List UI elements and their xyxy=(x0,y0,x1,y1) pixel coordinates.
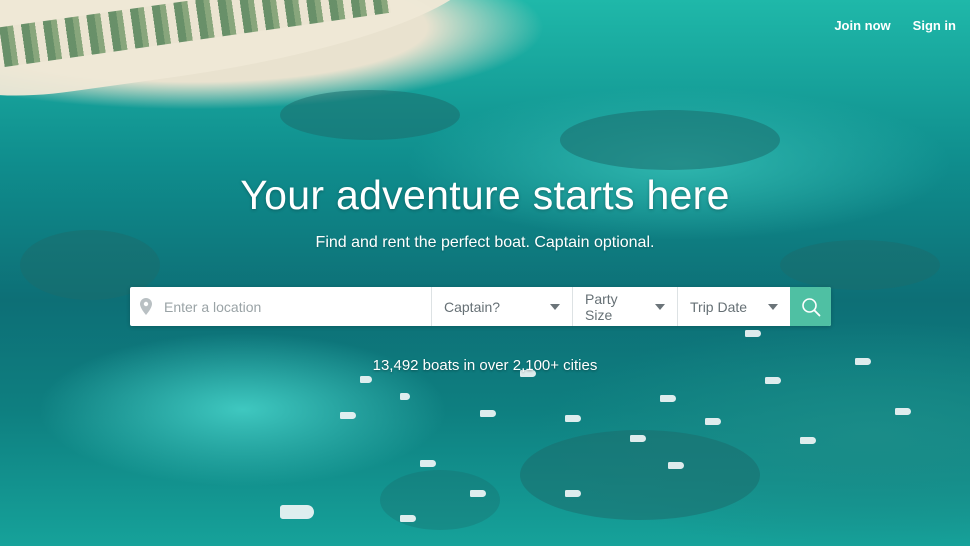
boat xyxy=(280,505,314,519)
chevron-down-icon xyxy=(550,303,560,310)
boat xyxy=(400,393,410,400)
map-pin-icon xyxy=(130,298,162,315)
boat xyxy=(895,408,911,415)
boat xyxy=(400,515,416,522)
boat xyxy=(765,377,781,384)
boat xyxy=(565,490,581,497)
boat xyxy=(565,415,581,422)
search-bar: Captain? Party Size Trip Date xyxy=(130,287,831,326)
boat xyxy=(480,410,496,417)
boat xyxy=(745,330,761,337)
boat xyxy=(660,395,676,402)
location-input[interactable] xyxy=(162,297,416,316)
boat-count-stats: 13,492 boats in over 2,100+ cities xyxy=(372,357,598,374)
boat xyxy=(668,462,684,469)
boat xyxy=(340,412,356,419)
captain-dropdown-label: Captain? xyxy=(444,298,501,315)
join-now-link[interactable]: Join now xyxy=(834,18,890,33)
captain-dropdown[interactable]: Captain? xyxy=(432,287,573,326)
reef-patch xyxy=(280,90,460,140)
sign-in-link[interactable]: Sign in xyxy=(913,18,956,33)
top-nav: Join now Sign in xyxy=(834,18,956,33)
boat xyxy=(630,435,646,442)
party-size-dropdown-label: Party Size xyxy=(585,290,618,323)
chevron-down-icon xyxy=(768,303,778,310)
party-size-dropdown[interactable]: Party Size xyxy=(573,287,678,326)
reef-patch xyxy=(560,110,780,170)
boat xyxy=(420,460,436,467)
boat xyxy=(800,437,816,444)
hero-subheadline: Find and rent the perfect boat. Captain … xyxy=(315,234,655,251)
boat xyxy=(360,376,372,383)
trip-date-dropdown[interactable]: Trip Date xyxy=(678,287,790,326)
reef-patch xyxy=(520,430,760,520)
chevron-down-icon xyxy=(655,303,665,310)
location-field xyxy=(130,287,432,326)
reef-patch xyxy=(380,470,500,530)
boat xyxy=(705,418,721,425)
trip-date-dropdown-label: Trip Date xyxy=(690,298,748,315)
search-button[interactable] xyxy=(790,287,831,326)
hero-headline: Your adventure starts here xyxy=(240,172,730,218)
boat xyxy=(470,490,486,497)
hero-background xyxy=(0,0,970,546)
search-icon xyxy=(801,297,820,316)
